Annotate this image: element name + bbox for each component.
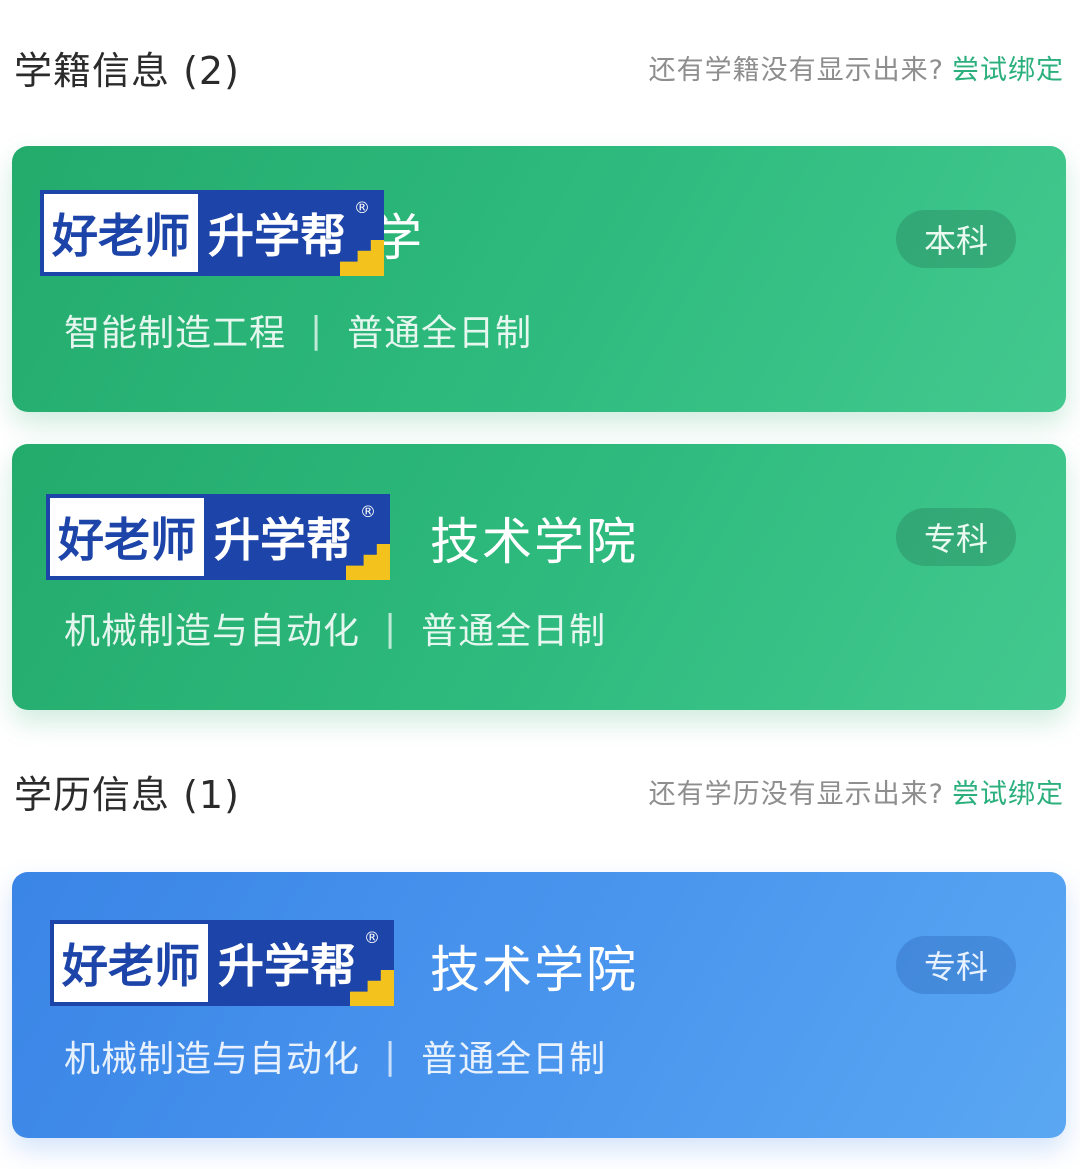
watermark-logo: 好老师 升学帮 ® (46, 494, 390, 580)
watermark-text-1: 好老师 (50, 498, 204, 576)
watermark-logo: 好老师 升学帮 ® (50, 920, 394, 1006)
major-name: 机械制造与自动化 (64, 1039, 361, 1080)
enrollment-card-2[interactable]: 技术学院 机械制造与自动化 | 普通全日制 专科 好老师 升学帮 ® (12, 444, 1066, 710)
education-title: 学历信息 (1) (14, 773, 240, 817)
level-badge: 专科 (896, 936, 1016, 994)
education-card-1[interactable]: 技术学院 机械制造与自动化 | 普通全日制 专科 好老师 升学帮 ® (12, 872, 1066, 1138)
card-subtitle: 机械制造与自动化 | 普通全日制 (64, 1030, 606, 1082)
watermark-logo: 好老师 升学帮 ® (40, 190, 384, 276)
registered-mark: ® (364, 928, 380, 947)
watermark-text-2: 升学帮 ® (198, 194, 380, 272)
watermark-text-1: 好老师 (44, 194, 198, 272)
separator: | (384, 607, 398, 649)
registered-mark: ® (354, 198, 370, 217)
enrollment-title: 学籍信息 (2) (14, 49, 240, 93)
education-hint-text: 还有学历没有显示出来? (648, 779, 944, 810)
education-hint: 还有学历没有显示出来? 尝试绑定 (649, 772, 1064, 811)
registered-mark: ® (360, 502, 376, 521)
enrollment-hint: 还有学籍没有显示出来? 尝试绑定 (649, 48, 1064, 87)
watermark-text-2-label: 升学帮 (214, 513, 352, 567)
study-mode: 普通全日制 (421, 1039, 607, 1080)
card-subtitle: 机械制造与自动化 | 普通全日制 (64, 602, 606, 654)
study-mode: 普通全日制 (347, 313, 533, 354)
enrollment-header: 学籍信息 (2) 还有学籍没有显示出来? 尝试绑定 (14, 40, 1064, 95)
study-mode: 普通全日制 (421, 611, 607, 652)
watermark-text-2-label: 升学帮 (208, 209, 346, 263)
education-bind-link[interactable]: 尝试绑定 (952, 779, 1064, 810)
level-badge: 专科 (896, 508, 1016, 566)
watermark-text-2: 升学帮 ® (204, 498, 386, 576)
watermark-text-2: 升学帮 ® (208, 924, 390, 1002)
school-name: 技术学院 (430, 941, 638, 999)
enrollment-bind-link[interactable]: 尝试绑定 (952, 55, 1064, 86)
education-header: 学历信息 (1) 还有学历没有显示出来? 尝试绑定 (14, 764, 1064, 819)
school-name: 技术学院 (430, 513, 638, 571)
enrollment-hint-text: 还有学籍没有显示出来? (648, 55, 944, 86)
watermark-text-2-label: 升学帮 (218, 939, 356, 993)
card-subtitle: 智能制造工程 | 普通全日制 (64, 304, 532, 356)
separator: | (310, 309, 324, 351)
major-name: 机械制造与自动化 (64, 611, 361, 652)
major-name: 智能制造工程 (64, 313, 287, 354)
level-badge: 本科 (896, 210, 1016, 268)
enrollment-card-1[interactable]: 学 智能制造工程 | 普通全日制 本科 好老师 升学帮 ® (12, 146, 1066, 412)
separator: | (384, 1035, 398, 1077)
watermark-text-1: 好老师 (54, 924, 208, 1002)
